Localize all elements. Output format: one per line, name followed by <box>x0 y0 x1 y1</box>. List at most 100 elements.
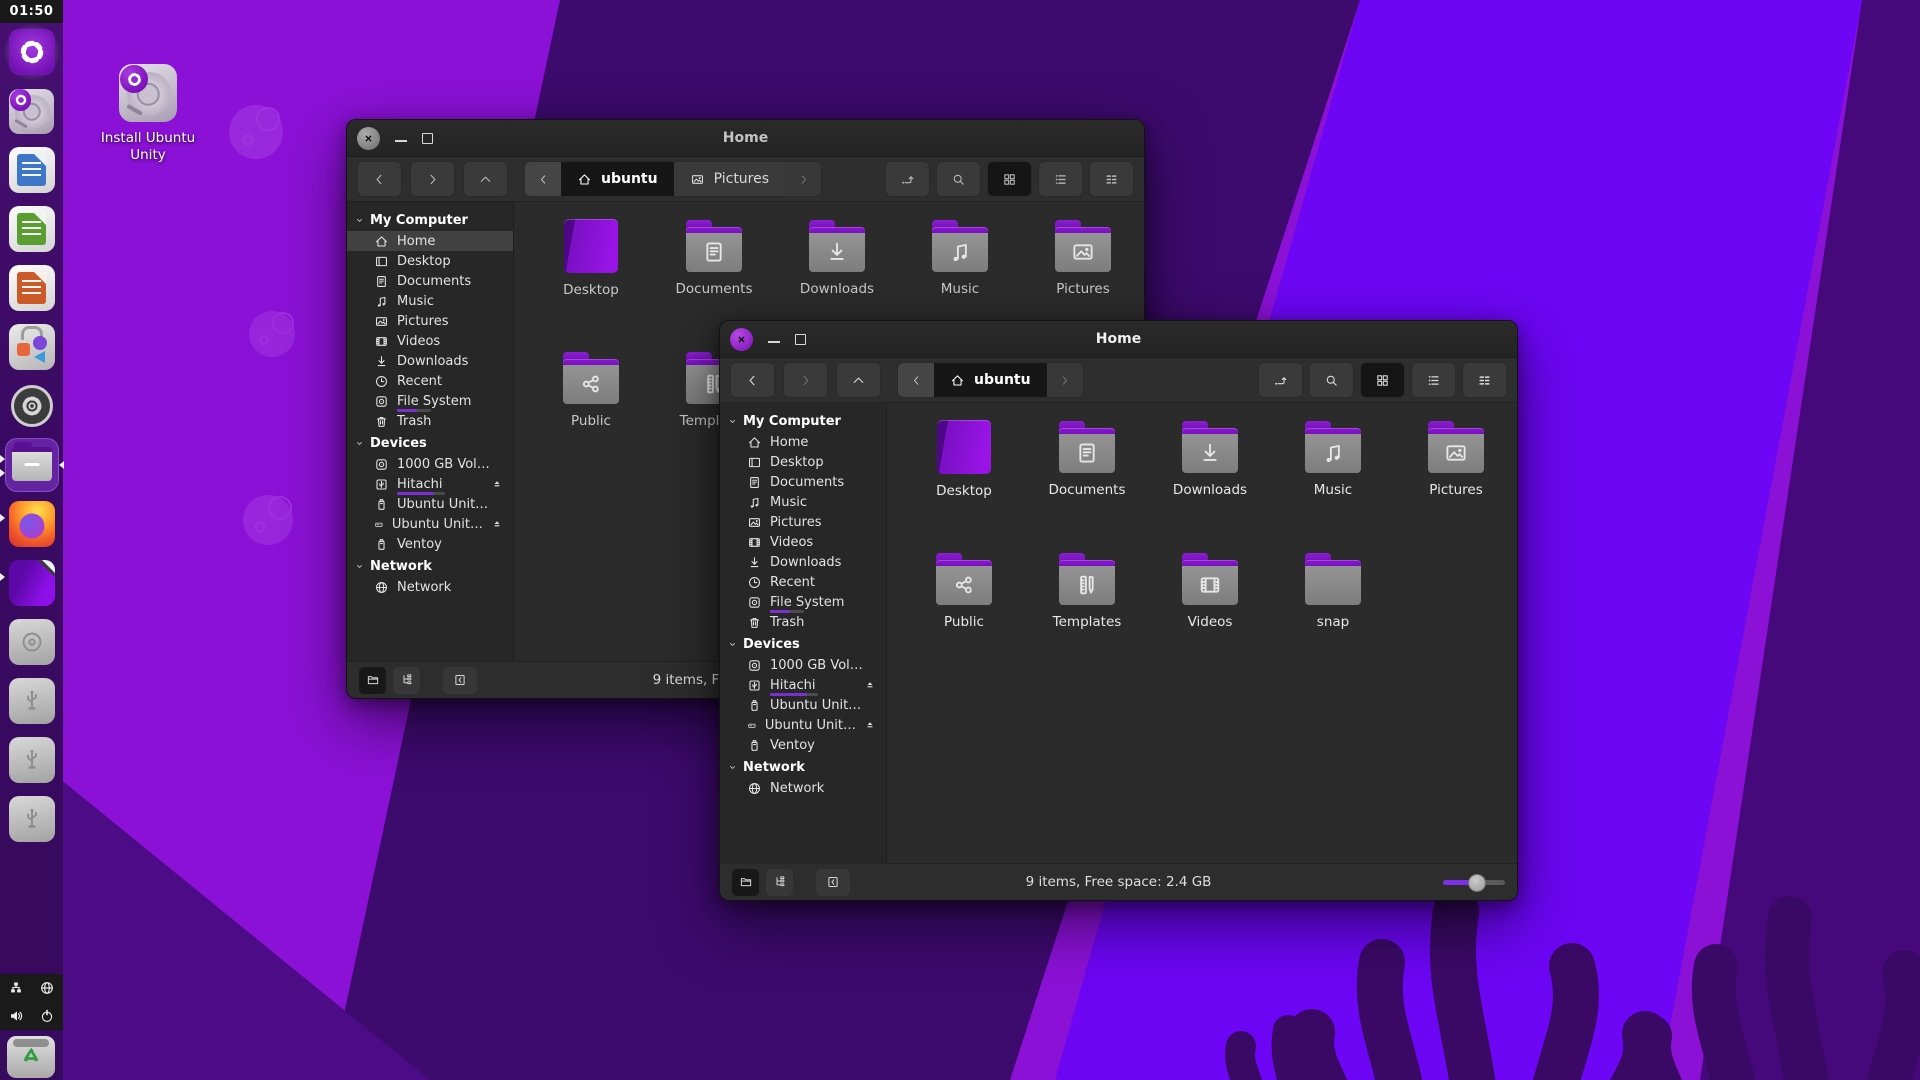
breadcrumb-ubuntu[interactable]: ubuntu <box>934 363 1047 397</box>
file-documents[interactable]: Documents <box>1026 419 1148 551</box>
sidebar-item-recent[interactable]: Recent <box>720 572 886 592</box>
sidebar-item-documents[interactable]: Documents <box>720 472 886 492</box>
sidebar-item-desktop[interactable]: Desktop <box>720 452 886 472</box>
dock-image-viewer[interactable] <box>8 559 56 607</box>
sidebar-item-videos[interactable]: Videos <box>720 532 886 552</box>
dock-ubuntu-installer[interactable] <box>8 87 56 135</box>
sidebar-item-1000-gb-vol-[interactable]: 1000 GB Vol… <box>347 454 513 474</box>
sidebar-item-music[interactable]: Music <box>347 291 513 311</box>
folder-places-button[interactable] <box>359 667 386 694</box>
back-button[interactable] <box>357 161 402 197</box>
sidebar-section-my-computer[interactable]: My Computer <box>347 210 513 231</box>
sidebar-item-pictures[interactable]: Pictures <box>720 512 886 532</box>
location-entry-button[interactable] <box>1258 362 1303 398</box>
dock-disc-drive[interactable] <box>8 618 56 666</box>
minimize-button[interactable] <box>395 140 407 142</box>
maximize-button[interactable] <box>422 133 433 144</box>
breadcrumb-forward[interactable] <box>1047 363 1083 397</box>
compact-view-button[interactable] <box>1089 161 1134 197</box>
back-button[interactable] <box>730 362 775 398</box>
install-ubuntu-unity-shortcut[interactable]: Install Ubuntu Unity <box>90 64 206 164</box>
titlebar[interactable]: Home <box>720 321 1517 358</box>
maximize-button[interactable] <box>795 334 806 345</box>
breadcrumb-forward[interactable] <box>785 162 821 196</box>
up-button[interactable] <box>463 161 508 197</box>
sidebar-item-hitachi[interactable]: Hitachi <box>720 675 886 695</box>
volume-button[interactable] <box>0 1002 32 1030</box>
sidebar-section-my-computer[interactable]: My Computer <box>720 411 886 432</box>
sidebar-item-1000-gb-vol-[interactable]: 1000 GB Vol… <box>720 655 886 675</box>
eject-button[interactable] <box>491 518 503 530</box>
file-downloads[interactable]: Downloads <box>1149 419 1271 551</box>
list-view-button[interactable] <box>1038 161 1083 197</box>
file-pictures[interactable]: Pictures <box>1395 419 1517 551</box>
eject-button[interactable] <box>491 478 503 490</box>
sidebar-section-network[interactable]: Network <box>347 556 513 577</box>
sidebar-item-ventoy[interactable]: Ventoy <box>347 534 513 554</box>
sidebar-item-downloads[interactable]: Downloads <box>720 552 886 572</box>
dock-software-center[interactable] <box>8 323 56 371</box>
sidebar-section-network[interactable]: Network <box>720 757 886 778</box>
sidebar-item-downloads[interactable]: Downloads <box>347 351 513 371</box>
file-music[interactable]: Music <box>1272 419 1394 551</box>
file-snap[interactable]: snap <box>1272 551 1394 683</box>
sidebar-item-ubuntu-unit-[interactable]: Ubuntu Unit… <box>347 514 513 534</box>
sidebar-item-ubuntu-unit-[interactable]: Ubuntu Unit… <box>347 494 513 514</box>
breadcrumb-back[interactable] <box>525 162 561 196</box>
compact-view-button[interactable] <box>1462 362 1507 398</box>
sidebar-item-documents[interactable]: Documents <box>347 271 513 291</box>
dock-ubuntu-unity-launcher[interactable] <box>8 28 56 76</box>
search-button[interactable] <box>1309 362 1354 398</box>
zoom-slider-handle[interactable] <box>1468 874 1486 892</box>
folder-places-button[interactable] <box>732 869 759 896</box>
sidebar-item-ventoy[interactable]: Ventoy <box>720 735 886 755</box>
sidebar-item-network[interactable]: Network <box>720 778 886 798</box>
sidebar-item-network[interactable]: Network <box>347 577 513 597</box>
dock-usb-drive-3[interactable] <box>8 795 56 843</box>
sidebar-item-recent[interactable]: Recent <box>347 371 513 391</box>
dock-firefox[interactable] <box>8 500 56 548</box>
sidebar-item-home[interactable]: Home <box>347 231 513 251</box>
sidebar-item-trash[interactable]: Trash <box>720 612 886 632</box>
forward-button[interactable] <box>410 161 455 197</box>
up-button[interactable] <box>836 362 881 398</box>
file-public[interactable]: Public <box>530 350 652 482</box>
globe-button[interactable] <box>32 974 64 1002</box>
minimize-button[interactable] <box>768 341 780 343</box>
sidebar-section-devices[interactable]: Devices <box>720 634 886 655</box>
dock-usb-drive-2[interactable] <box>8 736 56 784</box>
breadcrumb-Pictures[interactable]: Pictures <box>674 162 785 196</box>
titlebar[interactable]: Home <box>347 120 1144 157</box>
forward-button[interactable] <box>783 362 828 398</box>
file-templates[interactable]: Templates <box>1026 551 1148 683</box>
dock-libreoffice-writer[interactable] <box>8 146 56 194</box>
toggle-sidebar-button[interactable] <box>816 869 850 896</box>
close-button[interactable] <box>357 127 380 150</box>
sidebar-item-pictures[interactable]: Pictures <box>347 311 513 331</box>
sidebar-item-desktop[interactable]: Desktop <box>347 251 513 271</box>
sidebar-section-devices[interactable]: Devices <box>347 433 513 454</box>
eject-button[interactable] <box>864 679 876 691</box>
file-desktop[interactable]: Desktop <box>530 218 652 350</box>
breadcrumb-ubuntu[interactable]: ubuntu <box>561 162 674 196</box>
list-view-button[interactable] <box>1411 362 1456 398</box>
dock-libreoffice-impress[interactable] <box>8 264 56 312</box>
sidebar-item-ubuntu-unit-[interactable]: Ubuntu Unit… <box>720 715 886 735</box>
zoom-slider[interactable] <box>1443 880 1505 885</box>
file-public[interactable]: Public <box>903 551 1025 683</box>
sidebar-item-videos[interactable]: Videos <box>347 331 513 351</box>
sidebar-item-music[interactable]: Music <box>720 492 886 512</box>
treeview-button[interactable] <box>766 869 793 896</box>
sidebar-item-hitachi[interactable]: Hitachi <box>347 474 513 494</box>
network-pc-button[interactable] <box>0 974 32 1002</box>
dock-file-manager[interactable] <box>8 441 56 489</box>
dock-usb-drive-1[interactable] <box>8 677 56 725</box>
eject-button[interactable] <box>864 719 876 731</box>
sidebar-item-file-system[interactable]: File System <box>347 391 513 411</box>
search-button[interactable] <box>936 161 981 197</box>
breadcrumb-back[interactable] <box>898 363 934 397</box>
grid-view-button[interactable] <box>987 161 1032 197</box>
sidebar-item-ubuntu-unit-[interactable]: Ubuntu Unit… <box>720 695 886 715</box>
dock-libreoffice-calc[interactable] <box>8 205 56 253</box>
sidebar-item-file-system[interactable]: File System <box>720 592 886 612</box>
